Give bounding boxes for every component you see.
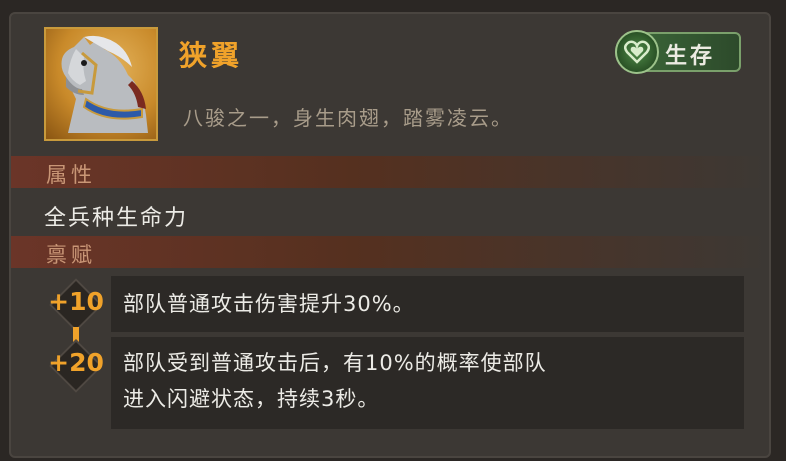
horse-icon [61,35,148,133]
talents-header-label: 禀赋 [46,243,96,267]
attributes-header-label: 属性 [46,163,96,187]
talent-row-1: 部队普通攻击伤害提升30%。 [111,276,744,332]
talent-row-2: 部队受到普通攻击后，有10%的概率使部队 进入闪避状态，持续3秒。 [111,337,744,429]
item-title: 狭翼 [179,39,244,72]
attributes-header: 属性 [11,156,769,188]
talent-text-1: 部队普通攻击伤害提升30%。 [123,292,415,316]
item-tooltip-panel: 狭翼 生存 八骏之一，身生肉翅，踏雾凌云。 属性 全兵种生命力 禀赋 +10 部… [9,12,771,458]
attribute-value: 全兵种生命力 [44,206,189,231]
horse-portrait [44,27,158,141]
talent-level-1: +10 [48,287,104,316]
talents-header: 禀赋 [11,236,769,268]
badge-label: 生存 [665,44,716,69]
talent-text-2-line1: 部队受到普通攻击后，有10%的概率使部队 [123,351,547,375]
talent-text-2-line2: 进入闪避状态，持续3秒。 [123,387,380,411]
talent-level-2: +20 [48,348,104,377]
heart-shield-icon [615,30,659,74]
category-badge: 生存 [615,30,741,74]
item-description: 八骏之一，身生肉翅，踏雾凌云。 [183,106,513,130]
